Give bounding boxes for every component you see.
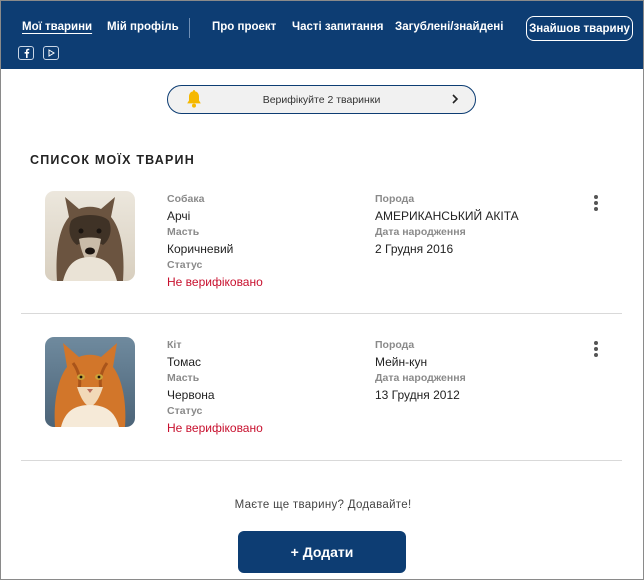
animal-photo-cat	[45, 337, 135, 427]
more-options-icon[interactable]	[593, 195, 599, 211]
breed-label: Порода	[375, 193, 415, 205]
animal-photo-dog	[45, 191, 135, 281]
youtube-icon[interactable]	[43, 46, 59, 60]
facebook-icon[interactable]	[18, 46, 34, 60]
animal-birth-date: 13 Грудня 2012	[375, 388, 460, 402]
status-label: Статус	[167, 405, 203, 417]
add-animal-prompt: Маєте ще тварину? Додавайте!	[234, 499, 412, 511]
nav-my-animals[interactable]: Мої тварини	[22, 21, 92, 33]
animal-name: Арчі	[167, 209, 191, 223]
app-window: Мої тварини Мій профіль Про проект Часті…	[0, 0, 644, 580]
breed-label: Порода	[375, 339, 415, 351]
chevron-right-icon	[450, 92, 460, 111]
status-value: Не верифіковано	[167, 421, 263, 435]
top-header: Мої тварини Мій профіль Про проект Часті…	[1, 1, 643, 69]
divider	[21, 460, 622, 461]
verify-banner[interactable]: Верифікуйте 2 тваринки	[167, 85, 476, 114]
status-value: Не верифіковано	[167, 275, 263, 289]
color-label: Масть	[167, 372, 200, 384]
birth-date-label: Дата народження	[375, 372, 466, 384]
more-options-icon[interactable]	[593, 341, 599, 357]
nav-lost-found[interactable]: Загублені/знайдені	[395, 21, 503, 33]
animal-color: Коричневий	[167, 242, 234, 256]
add-animal-button[interactable]: + Додати	[238, 531, 406, 573]
section-title: СПИСОК МОЇХ ТВАРИН	[30, 153, 195, 167]
status-label: Статус	[167, 259, 203, 271]
nav-about[interactable]: Про проект	[212, 21, 276, 33]
animal-birth-date: 2 Грудня 2016	[375, 242, 454, 256]
verify-banner-text: Верифікуйте 2 тваринки	[262, 94, 381, 106]
nav-my-profile[interactable]: Мій профіль	[107, 21, 179, 33]
birth-date-label: Дата народження	[375, 226, 466, 238]
animal-breed: АМЕРИКАНСЬКИЙ АКІТА	[375, 209, 519, 223]
main-nav: Мої тварини Мій профіль Про проект Часті…	[1, 1, 643, 41]
animal-name: Томас	[167, 355, 201, 369]
species-label: Собака	[167, 193, 205, 205]
animal-card[interactable]: Кіт Томас Масть Червона Статус Не верифі…	[21, 333, 622, 479]
animal-color: Червона	[167, 388, 215, 402]
species-label: Кіт	[167, 339, 182, 351]
animal-breed: Мейн-кун	[375, 355, 428, 369]
color-label: Масть	[167, 226, 200, 238]
animal-card[interactable]: Собака Арчі Масть Коричневий Статус Не в…	[21, 187, 622, 333]
found-animal-button[interactable]: Знайшов тварину	[526, 16, 633, 41]
divider	[21, 313, 622, 314]
nav-faq[interactable]: Часті запитання	[292, 21, 384, 33]
nav-divider	[189, 18, 190, 38]
